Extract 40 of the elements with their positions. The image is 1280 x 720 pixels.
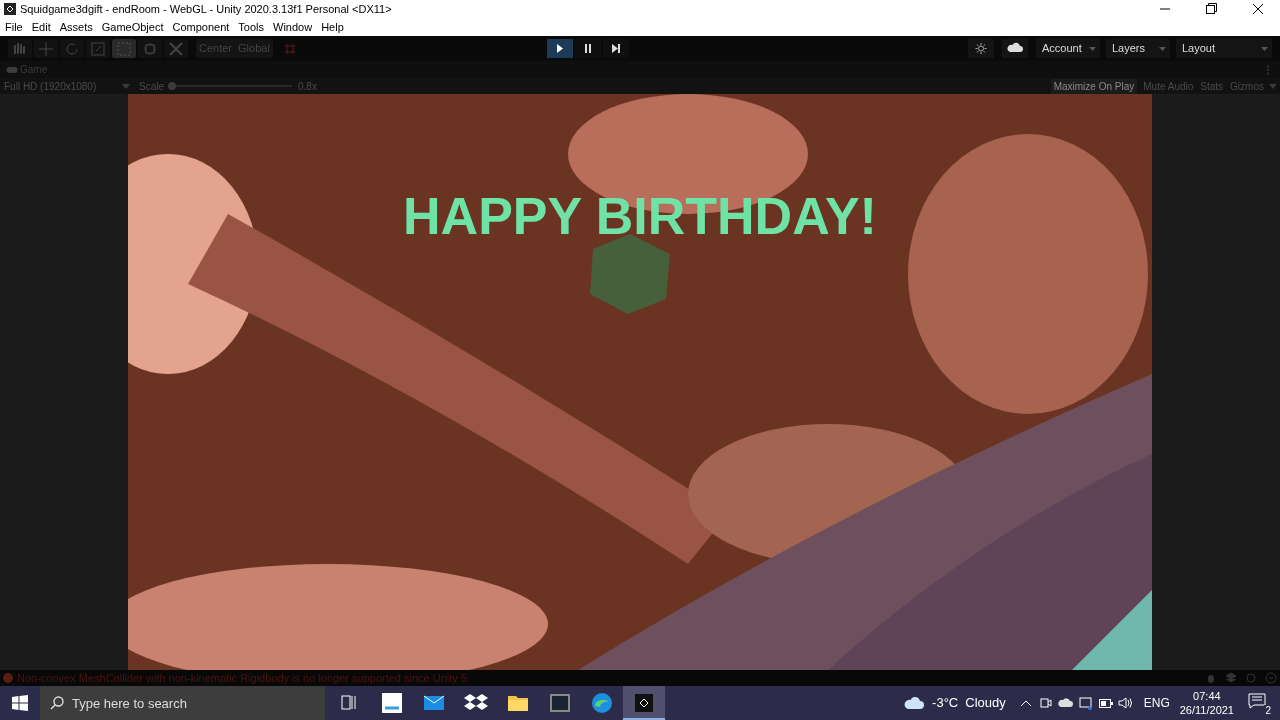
dropdown-button[interactable]: Layout: [1176, 39, 1272, 58]
onedrive-cloud-icon[interactable]: [1057, 698, 1073, 708]
menu-item[interactable]: GameObject: [101, 18, 164, 36]
cloud-icon[interactable]: [904, 696, 925, 710]
search-icon: [50, 696, 64, 710]
caret-icon[interactable]: [1089, 46, 1096, 51]
scale-slider[interactable]: [168, 82, 292, 90]
dropdown-button[interactable]: Layers: [1106, 39, 1170, 58]
caret-icon[interactable]: [1159, 46, 1166, 51]
window-title: Squidgame3dgift - endRoom - WebGL - Unity 2020.3.13f1 Personal <DX11>: [20, 1, 392, 17]
menu-item[interactable]: Tools: [238, 18, 265, 36]
game-title-text: HAPPY BIRTHDAY!: [402, 190, 878, 242]
menu-item[interactable]: Edit: [31, 18, 51, 36]
sun-icon[interactable]: [968, 39, 994, 58]
pause-icon[interactable]: [574, 39, 601, 58]
play-icon[interactable]: [546, 39, 573, 58]
menu-item[interactable]: Help: [321, 18, 344, 36]
chevron-up-icon[interactable]: [1019, 699, 1032, 707]
dropdown-button[interactable]: Account: [1036, 39, 1100, 58]
menu-item[interactable]: Component: [172, 18, 230, 36]
slider-thumb[interactable]: [168, 82, 176, 90]
menu-item[interactable]: File: [5, 18, 23, 36]
step-icon[interactable]: [602, 39, 629, 58]
windows-start-icon[interactable]: [12, 695, 28, 711]
gamepad-icon: [6, 65, 18, 74]
temperature-text[interactable]: -3°C: [932, 693, 959, 713]
cloud-icon[interactable]: [1002, 39, 1028, 58]
taskbar-search-field[interactable]: Type here to search: [40, 686, 325, 720]
monitor-icon[interactable]: [1078, 696, 1093, 710]
speaker-icon[interactable]: [1117, 697, 1132, 709]
battery-icon[interactable]: [1098, 698, 1113, 708]
error-icon: [3, 673, 13, 683]
caret-icon[interactable]: [1261, 46, 1268, 51]
weather-text[interactable]: Cloudy: [965, 693, 1006, 713]
clock[interactable]: 07:44 26/11/2021: [1179, 689, 1234, 717]
language-indicator[interactable]: ENG: [1143, 694, 1170, 712]
menu-item[interactable]: Assets: [59, 18, 93, 36]
toggle-button[interactable]: Maximize On Play: [1050, 78, 1138, 94]
meet-icon[interactable]: [1039, 697, 1052, 709]
menu-item[interactable]: Window: [273, 18, 313, 36]
